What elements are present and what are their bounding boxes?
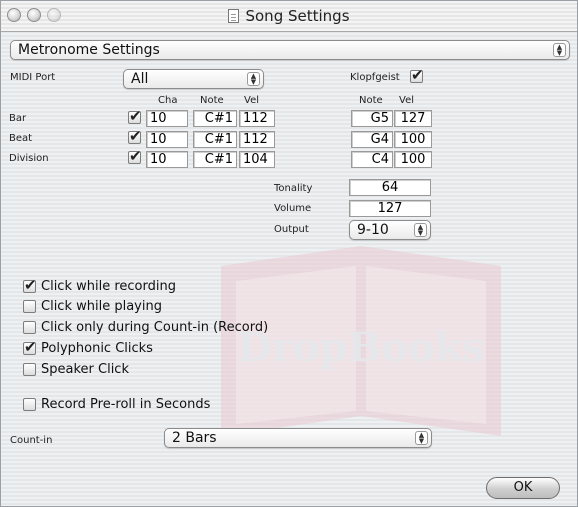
bar-velocity-field[interactable]: 112 <box>239 110 275 127</box>
song-settings-window: Song Settings DropBooks Metronome Settin… <box>0 0 578 507</box>
watermark-text: DropBooks <box>237 324 485 371</box>
popup-arrows-icon: ▲ ▼ <box>553 43 566 57</box>
vel-header: Vel <box>244 95 259 106</box>
division-klopfgeist-velocity-field[interactable]: 100 <box>394 151 432 168</box>
window-title-text: Song Settings <box>245 7 350 25</box>
division-note-field[interactable]: C#1 <box>193 151 237 168</box>
division-label: Division <box>9 153 49 164</box>
polyphonic-clicks-checkbox[interactable] <box>23 338 37 356</box>
volume-label: Volume <box>274 203 312 214</box>
midi-port-popup[interactable]: All ▲ ▼ <box>123 69 264 89</box>
volume-field[interactable]: 127 <box>349 200 431 217</box>
window-title: Song Settings <box>1 7 577 25</box>
document-icon <box>228 9 240 23</box>
beat-velocity-field[interactable]: 112 <box>239 131 275 148</box>
division-velocity-field[interactable]: 104 <box>239 151 275 168</box>
settings-section-popup[interactable]: Metronome Settings ▲ ▼ <box>10 40 570 60</box>
beat-channel-field[interactable]: 10 <box>146 131 188 148</box>
click-only-count-in-label: Click only during Count-in (Record) <box>41 320 269 335</box>
klopfgeist-label: Klopfgeist <box>350 72 400 83</box>
click-while-playing-label: Click while playing <box>41 299 162 314</box>
tonality-label: Tonality <box>274 183 313 194</box>
click-while-recording-label: Click while recording <box>41 279 176 294</box>
note-header: Note <box>200 95 224 106</box>
klopfgeist-vel-header: Vel <box>399 95 414 106</box>
division-channel-field[interactable]: 10 <box>146 151 188 168</box>
bar-klopfgeist-note-field[interactable]: G5 <box>351 110 393 127</box>
division-klopfgeist-note-field[interactable]: C4 <box>351 151 393 168</box>
bar-note-field[interactable]: C#1 <box>193 110 237 127</box>
bar-checkbox[interactable] <box>128 107 142 125</box>
beat-klopfgeist-velocity-field[interactable]: 100 <box>394 131 432 148</box>
klopfgeist-note-header: Note <box>359 95 383 106</box>
beat-label: Beat <box>9 133 33 144</box>
click-while-playing-checkbox[interactable] <box>23 300 36 313</box>
count-in-popup[interactable]: 2 Bars ▲ ▼ <box>164 428 432 448</box>
count-in-value: 2 Bars <box>172 430 217 446</box>
output-popup[interactable]: 9-10 ▲ ▼ <box>349 220 431 240</box>
division-checkbox[interactable] <box>128 147 142 165</box>
record-preroll-label: Record Pre-roll in Seconds <box>41 397 211 412</box>
beat-klopfgeist-note-field[interactable]: G4 <box>351 131 393 148</box>
midi-port-value: All <box>131 71 149 87</box>
klopfgeist-checkbox[interactable] <box>410 66 424 84</box>
speaker-click-checkbox[interactable] <box>23 363 36 376</box>
popup-arrows-icon: ▲ ▼ <box>247 72 260 86</box>
midi-port-label: MIDI Port <box>10 72 56 83</box>
output-value: 9-10 <box>357 222 389 238</box>
dropbooks-watermark: DropBooks <box>221 246 501 436</box>
speaker-click-label: Speaker Click <box>41 362 129 377</box>
count-in-label: Count-in <box>10 435 53 446</box>
record-preroll-checkbox[interactable] <box>23 398 36 411</box>
popup-arrows-icon: ▲ ▼ <box>415 431 428 445</box>
ok-button[interactable]: OK <box>486 477 560 499</box>
polyphonic-clicks-label: Polyphonic Clicks <box>41 341 153 356</box>
cha-header: Cha <box>158 95 178 106</box>
beat-note-field[interactable]: C#1 <box>193 131 237 148</box>
popup-arrows-icon: ▲ ▼ <box>414 223 427 237</box>
bar-label: Bar <box>9 113 27 124</box>
tonality-field[interactable]: 64 <box>349 179 431 196</box>
click-while-recording-checkbox[interactable] <box>23 276 37 294</box>
bar-channel-field[interactable]: 10 <box>146 110 188 127</box>
click-only-count-in-checkbox[interactable] <box>23 321 36 334</box>
output-label: Output <box>274 224 309 235</box>
bar-klopfgeist-velocity-field[interactable]: 127 <box>394 110 432 127</box>
title-bar: Song Settings <box>1 1 577 32</box>
settings-section-value: Metronome Settings <box>18 42 160 58</box>
beat-checkbox[interactable] <box>128 127 142 145</box>
